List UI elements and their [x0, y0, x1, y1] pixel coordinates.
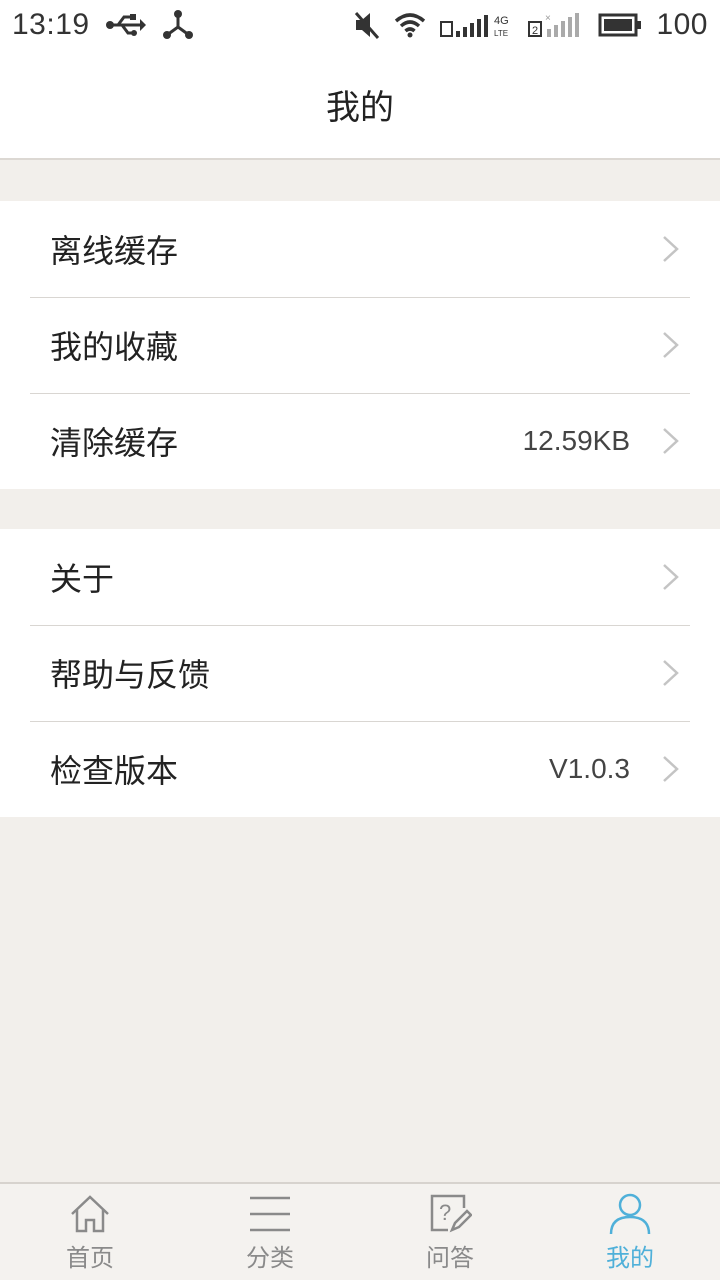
chevron-right-icon: [660, 426, 680, 456]
chevron-right-icon: [660, 234, 680, 264]
tab-label: 问答: [426, 1243, 474, 1272]
menu-item-label: 离线缓存: [50, 232, 179, 270]
network-share-icon: [162, 10, 194, 40]
menu-item-about[interactable]: 关于: [0, 529, 720, 625]
tab-home[interactable]: 首页: [0, 1184, 180, 1280]
chevron-right-icon: [660, 562, 680, 592]
screen: 13:19 4G LTE 2 × 100 我的 离线缓存 我的收藏 清除缓存 1…: [0, 0, 720, 1280]
version-value: V1.0.3: [549, 753, 630, 784]
menu-item-favorites[interactable]: 我的收藏: [0, 297, 720, 393]
menu-item-label: 我的收藏: [50, 328, 179, 366]
menu-item-label: 关于: [50, 560, 115, 598]
settings-group-2: 关于 帮助与反馈 检查版本 V1.0.3: [0, 529, 720, 817]
page-title: 我的: [326, 87, 394, 128]
menu-item-check-version[interactable]: 检查版本 V1.0.3: [0, 721, 720, 817]
tab-category[interactable]: 分类: [180, 1184, 360, 1280]
battery-level: 100: [656, 8, 708, 41]
menu-item-label: 检查版本: [50, 752, 179, 790]
svg-text:2: 2: [532, 25, 538, 37]
page-header: 我的: [0, 50, 720, 160]
profile-icon: [608, 1192, 652, 1236]
tab-profile[interactable]: 我的: [540, 1184, 720, 1280]
svg-text:×: ×: [545, 13, 551, 24]
cache-size-value: 12.59KB: [522, 425, 630, 456]
menu-item-label: 清除缓存: [50, 424, 179, 462]
bottom-tab-bar: 首页 分类 ? 问答 我的: [0, 1182, 720, 1280]
usb-icon: [105, 13, 146, 37]
category-icon: [248, 1192, 292, 1236]
svg-text:4G: 4G: [494, 15, 509, 27]
tab-label: 分类: [246, 1243, 294, 1272]
chevron-right-icon: [660, 330, 680, 360]
chevron-right-icon: [660, 754, 680, 784]
menu-item-help-feedback[interactable]: 帮助与反馈: [0, 625, 720, 721]
sim1-signal-4g-icon: 4G LTE: [440, 11, 514, 39]
question-answer-icon: ?: [428, 1192, 472, 1236]
tab-label: 我的: [606, 1243, 654, 1272]
status-time: 13:19: [12, 8, 90, 41]
status-bar: 13:19 4G LTE 2 × 100: [0, 0, 720, 50]
wifi-icon: [394, 12, 426, 38]
tab-label: 首页: [66, 1243, 114, 1272]
svg-text:?: ?: [439, 1200, 451, 1225]
battery-icon: [598, 12, 642, 38]
menu-item-label: 帮助与反馈: [50, 656, 211, 694]
home-icon: [68, 1192, 112, 1236]
menu-item-offline-cache[interactable]: 离线缓存: [0, 201, 720, 297]
tab-qa[interactable]: ? 问答: [360, 1184, 540, 1280]
chevron-right-icon: [660, 658, 680, 688]
settings-group-1: 离线缓存 我的收藏 清除缓存 12.59KB: [0, 201, 720, 489]
mute-icon: [354, 10, 380, 40]
svg-text:LTE: LTE: [494, 29, 508, 38]
sim2-signal-icon: 2 ×: [528, 11, 584, 39]
menu-item-clear-cache[interactable]: 清除缓存 12.59KB: [0, 393, 720, 489]
